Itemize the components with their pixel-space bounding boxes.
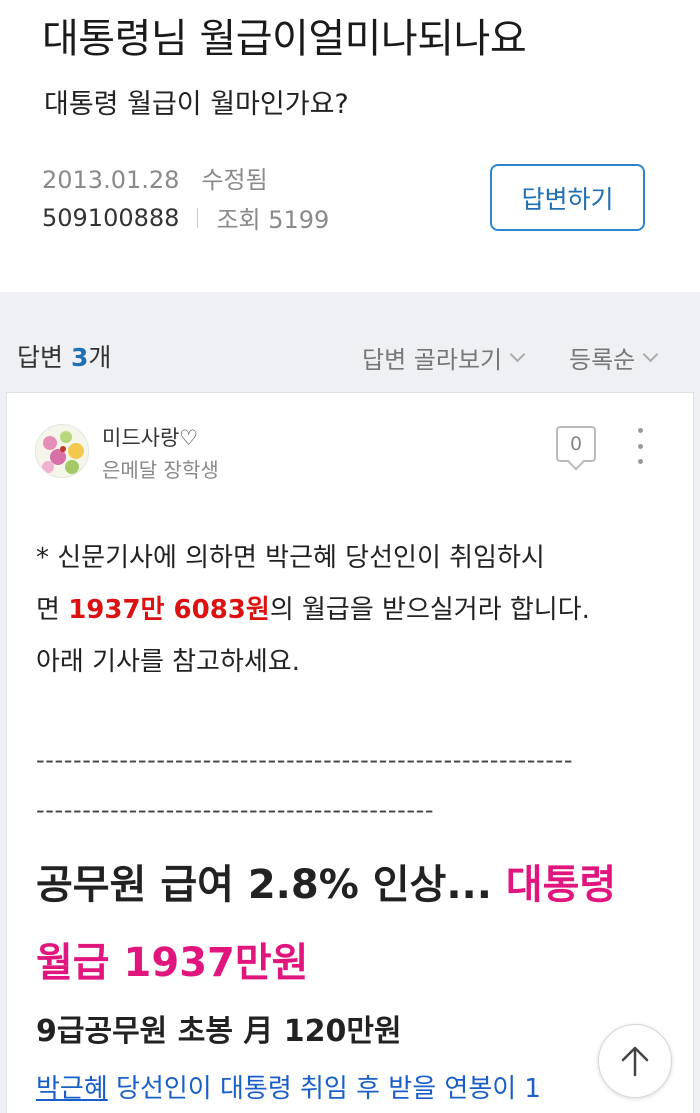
edited-label: 수정됨	[201, 166, 268, 194]
sort-dropdown[interactable]: 등록순	[569, 340, 659, 375]
article-headline-line-2: 월급 1937만원	[36, 940, 309, 986]
ellipsis-vertical-icon[interactable]	[632, 428, 648, 464]
answer-line-3: 아래 기사를 참고하세요.	[36, 647, 300, 677]
question-meta: 2013.01.28 수정됨	[42, 160, 268, 195]
answer-line-2-post: 의 월급을 받으실거라 합니다.	[269, 595, 590, 625]
like-count: 0	[569, 433, 583, 455]
article-headline-line-1: 공무원 급여 2.8% 인상... 대통령	[36, 852, 616, 910]
question-author-row: 509100888 조회 5199	[42, 200, 329, 235]
article-link[interactable]: 박근혜 당선인이 대통령 취임 후 받을 연봉이 1	[36, 1068, 541, 1105]
answerer-name[interactable]: 미드사랑♡	[102, 422, 198, 452]
speech-bubble-icon[interactable]: 0	[556, 426, 596, 462]
headline-pink-1: 대통령	[505, 862, 617, 908]
answers-unit: 개	[88, 343, 112, 372]
divider-dashes-1: ----------------------------------------…	[36, 746, 574, 774]
answer-line-2: 면 1937만 6083원의 월급을 받으실거라 합니다.	[36, 584, 656, 636]
answer-button[interactable]: 답변하기	[490, 164, 645, 231]
article-link-word[interactable]: 박근혜	[36, 1074, 108, 1104]
avatar[interactable]	[35, 424, 89, 478]
sort-label: 등록순	[569, 346, 636, 374]
arrow-up-icon	[621, 1046, 649, 1077]
question-body: 대통령 월급이 월마인가요?	[44, 89, 349, 120]
answer-filter-dropdown[interactable]: 답변 골라보기	[362, 340, 526, 375]
article-link-rest: 당선인이 대통령 취임 후 받을 연봉이 1	[107, 1074, 541, 1104]
answer-line-1: * 신문기사에 의하면 박근혜 당선인이 취임하시	[36, 543, 545, 573]
answerer-badge: 은메달 장학생	[102, 458, 219, 482]
salary-amount: 1937만 6083원	[68, 595, 270, 625]
question-title: 대통령님 월급이얼미나되나요	[42, 16, 527, 62]
view-count: 조회 5199	[216, 206, 330, 234]
answers-count-header: 답변 3개	[17, 338, 111, 374]
answer-line-2-pre: 면	[36, 595, 69, 625]
divider-dashes-2: ----------------------------------------…	[36, 796, 435, 824]
answers-count: 3	[70, 343, 89, 372]
chevron-down-icon	[642, 346, 659, 363]
question-author[interactable]: 509100888	[42, 204, 179, 232]
article-subheadline: 9급공무원 초봉 月 120만원	[36, 1014, 402, 1049]
answers-label: 답변	[17, 343, 64, 372]
question-section: 대통령님 월급이얼미나되나요 대통령 월급이 월마인가요? 2013.01.28…	[0, 0, 700, 292]
meta-divider	[197, 207, 199, 228]
answer-filter-label: 답변 골라보기	[362, 346, 503, 374]
chevron-down-icon	[509, 346, 526, 363]
question-date: 2013.01.28	[42, 166, 180, 194]
answer-content: * 신문기사에 의하면 박근혜 당선인이 취임하시 면 1937만 6083원의…	[36, 532, 656, 688]
scroll-top-button[interactable]	[598, 1024, 672, 1098]
headline-black: 공무원 급여 2.8% 인상...	[36, 862, 506, 908]
